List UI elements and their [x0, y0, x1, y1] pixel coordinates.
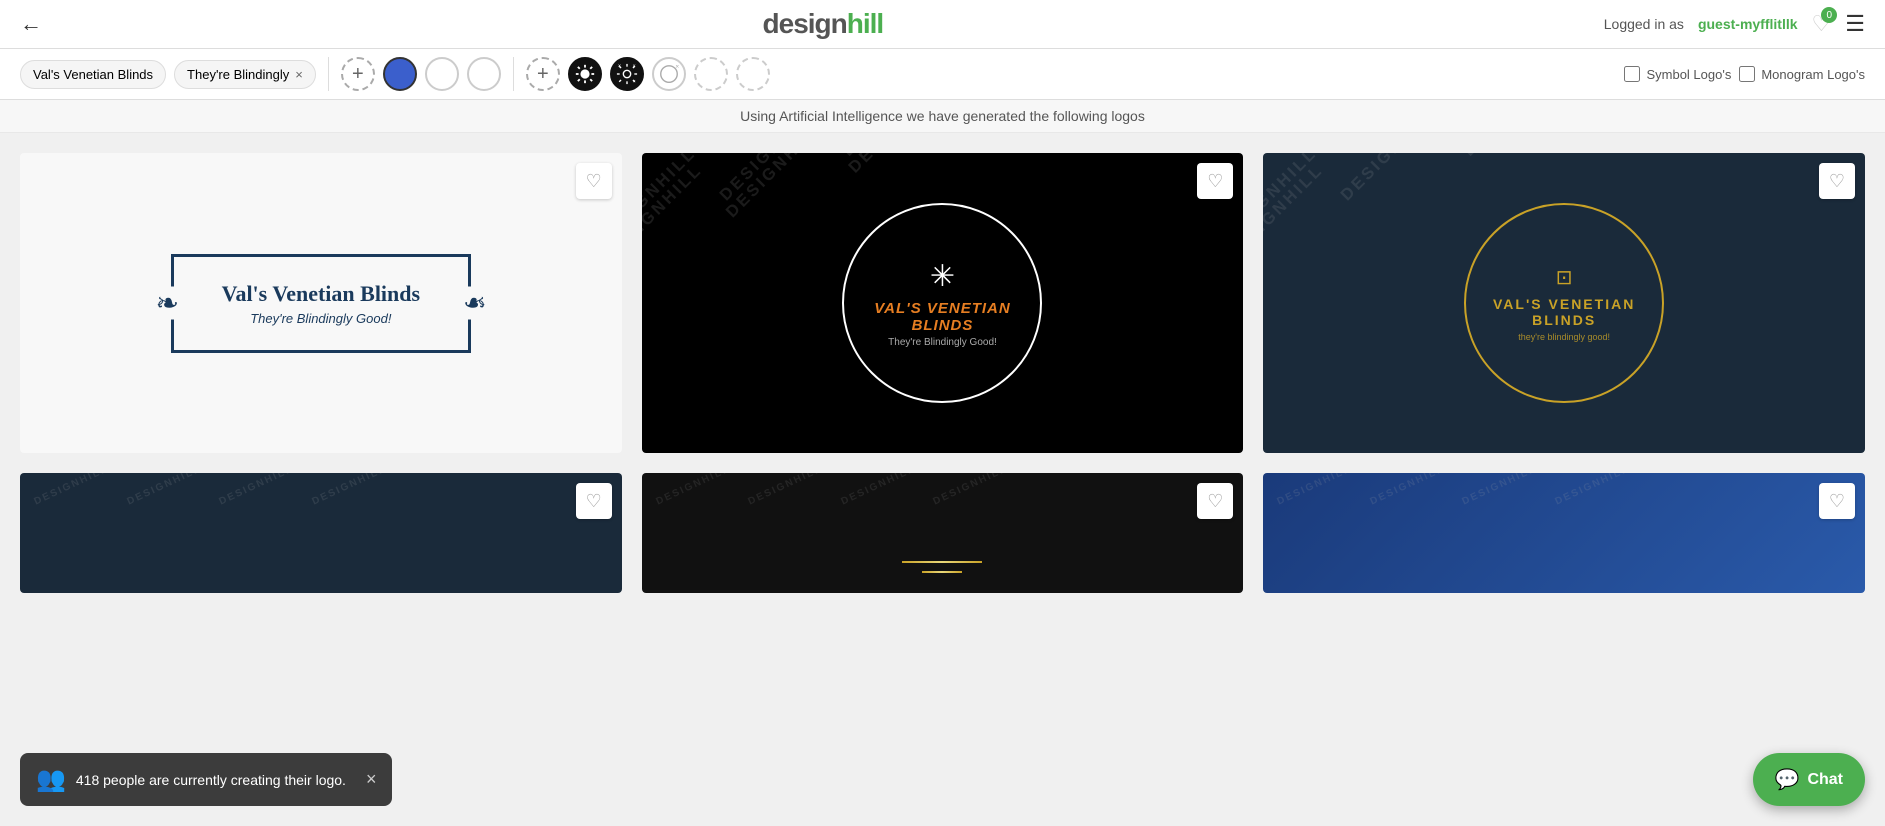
logo-card-4[interactable]: ♡ DESIGNHILL DESIGNHILL DESIGNHILL DESIG…	[20, 473, 622, 593]
card-2-title: VAL'S VENETIAN BLINDS	[844, 300, 1040, 334]
card-2-subtitle: They're Blindingly Good!	[888, 337, 997, 348]
toolbar: Val's Venetian Blinds They're Blindingly…	[0, 49, 1885, 100]
logo-design-text: design	[763, 8, 847, 40]
favorites-count: 0	[1821, 7, 1837, 23]
symbol-logos-filter[interactable]: Symbol Logo's	[1624, 66, 1731, 82]
card-1-subtitle: They're Blindingly Good!	[250, 311, 391, 326]
logo-grid: ♡ Val's Venetian Blinds They're Blinding…	[0, 133, 1885, 613]
svg-text:×: ×	[632, 64, 635, 70]
card-3-frame: ⊡ VAL'S VENETIAN BLINDS they're blinding…	[1464, 203, 1664, 403]
favorite-btn-6[interactable]: ♡	[1819, 483, 1855, 519]
notification-close-button[interactable]: ×	[366, 769, 377, 790]
sun-solid-icon-btn[interactable]	[568, 57, 602, 91]
svg-text:×: ×	[675, 64, 679, 71]
circle-outline-icon-btn[interactable]: ×	[652, 57, 686, 91]
card-5-design	[902, 561, 982, 573]
favorites-button[interactable]: ♡ 0	[1812, 11, 1832, 37]
tag-blindingly-close[interactable]: ×	[295, 67, 303, 82]
notification-icon: 👥	[36, 765, 66, 794]
add-symbol-button[interactable]: +	[526, 57, 560, 91]
chat-button[interactable]: 💬 Chat	[1753, 753, 1865, 806]
menu-button[interactable]: ☰	[1845, 11, 1865, 37]
card-1-content: Val's Venetian Blinds They're Blindingly…	[20, 153, 622, 453]
card-3-subtitle: they're blindingly good!	[1518, 332, 1610, 342]
symbol-logos-label: Symbol Logo's	[1646, 67, 1731, 82]
favorite-btn-5[interactable]: ♡	[1197, 483, 1233, 519]
add-tag-button[interactable]: +	[341, 57, 375, 91]
symbol-logos-checkbox[interactable]	[1624, 66, 1640, 82]
card-3-icon: ⊡	[1556, 265, 1573, 290]
logo-card-2[interactable]: ♡ DESIGNHILL DESIGNHILL DESIGNHILL DESIG…	[642, 153, 1244, 453]
tag-venetian-blinds[interactable]: Val's Venetian Blinds	[20, 60, 166, 89]
svg-text:×: ×	[632, 79, 635, 85]
card-1-frame: Val's Venetian Blinds They're Blindingly…	[171, 254, 472, 353]
subtitle-text: Using Artificial Intelligence we have ge…	[740, 108, 1145, 124]
color-empty-1[interactable]	[694, 57, 728, 91]
logo-card-6[interactable]: ♡ DESIGNHILL DESIGNHILL DESIGNHILL DESIG…	[1263, 473, 1865, 593]
logo-hill-text: hill	[847, 8, 883, 40]
sun-sparkle-icon-btn[interactable]: × × ×	[610, 57, 644, 91]
card-2-content: ✳ VAL'S VENETIAN BLINDS They're Blinding…	[642, 153, 1244, 453]
chat-label: Chat	[1807, 771, 1843, 789]
logo-card-5[interactable]: ♡ DESIGNHILL DESIGNHILL DESIGNHILL DESIG…	[642, 473, 1244, 593]
card-3-title: VAL'S VENETIAN BLINDS	[1466, 296, 1662, 328]
subtitle-bar: Using Artificial Intelligence we have ge…	[0, 100, 1885, 133]
monogram-logos-filter[interactable]: Monogram Logo's	[1739, 66, 1865, 82]
logged-in-label: Logged in as	[1604, 16, 1684, 32]
monogram-logos-checkbox[interactable]	[1739, 66, 1755, 82]
favorite-btn-1[interactable]: ♡	[576, 163, 612, 199]
chat-icon: 💬	[1775, 767, 1800, 792]
card-2-sun-icon: ✳	[930, 259, 955, 294]
sun-sparkle-icon: × × ×	[616, 63, 638, 85]
app-header: ← designhill Logged in as guest-myfflitl…	[0, 0, 1885, 49]
card-3-content: ⊡ VAL'S VENETIAN BLINDS they're blinding…	[1263, 153, 1865, 453]
notification-bar: 👥 418 people are currently creating thei…	[20, 753, 392, 806]
favorite-btn-3[interactable]: ♡	[1819, 163, 1855, 199]
header-right: Logged in as guest-myfflitllk ♡ 0 ☰	[1604, 11, 1865, 37]
card-1-title: Val's Venetian Blinds	[222, 281, 421, 307]
tag-blindingly[interactable]: They're Blindingly ×	[174, 60, 316, 89]
sun-solid-icon	[574, 63, 596, 85]
watermark-5: DESIGNHILL DESIGNHILL DESIGNHILL DESIGNH…	[642, 473, 1244, 593]
watermark-4: DESIGNHILL DESIGNHILL DESIGNHILL DESIGNH…	[20, 473, 622, 593]
watermark-6: DESIGNHILL DESIGNHILL DESIGNHILL DESIGNH…	[1263, 473, 1865, 593]
favorite-btn-4[interactable]: ♡	[576, 483, 612, 519]
divider-1	[328, 57, 329, 91]
tag-venetian-label: Val's Venetian Blinds	[33, 67, 153, 82]
monogram-logos-label: Monogram Logo's	[1761, 67, 1865, 82]
divider-2	[513, 57, 514, 91]
username-label: guest-myfflitllk	[1698, 16, 1798, 32]
header-left: ←	[20, 11, 42, 37]
color-white-1[interactable]	[425, 57, 459, 91]
logo-card-3[interactable]: ♡ DESIGNHILL DESIGNHILL DESIGNHILL DESIG…	[1263, 153, 1865, 453]
tag-blindingly-label: They're Blindingly	[187, 67, 289, 82]
color-empty-2[interactable]	[736, 57, 770, 91]
logo-card-1[interactable]: ♡ Val's Venetian Blinds They're Blinding…	[20, 153, 622, 453]
back-button[interactable]: ←	[20, 11, 42, 37]
notification-message: 418 people are currently creating their …	[76, 772, 346, 788]
circle-outline-icon: ×	[658, 63, 680, 85]
designhill-logo: designhill	[763, 8, 884, 40]
color-blue[interactable]	[383, 57, 417, 91]
card-2-circle: ✳ VAL'S VENETIAN BLINDS They're Blinding…	[842, 203, 1042, 403]
svg-text:×: ×	[618, 64, 621, 70]
color-white-2[interactable]	[467, 57, 501, 91]
